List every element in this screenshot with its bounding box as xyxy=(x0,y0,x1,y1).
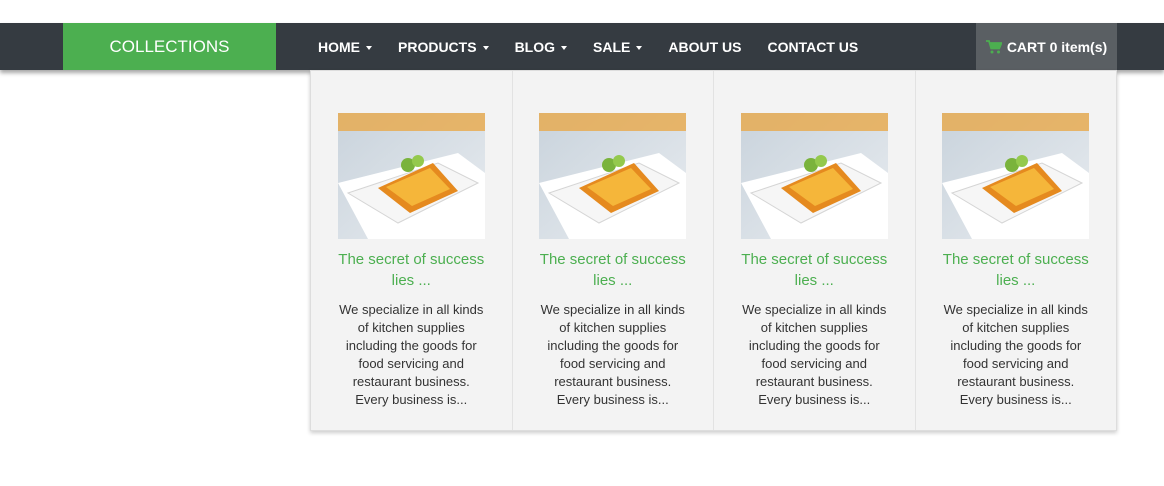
collections-button[interactable]: COLLECTIONS xyxy=(63,23,276,70)
dessert-thumbnail[interactable] xyxy=(539,113,687,239)
card-title-link[interactable]: The secret of success lies ... xyxy=(336,249,486,291)
card-title-link[interactable]: The secret of success lies ... xyxy=(538,249,688,291)
blog-card: The secret of success lies ... We specia… xyxy=(513,71,714,430)
cart-label: CART 0 item(s) xyxy=(1006,38,1108,55)
dessert-thumbnail[interactable] xyxy=(337,113,485,239)
shopping-cart-icon xyxy=(985,39,1002,53)
caret-down-icon xyxy=(561,46,568,50)
nav-item-label: PRODUCTS xyxy=(398,38,477,55)
blog-card: The secret of success lies ... We specia… xyxy=(714,71,916,430)
nav-item-home[interactable]: HOME xyxy=(305,23,385,70)
nav-item-label: SALE xyxy=(593,38,631,55)
nav-item-label: ABOUT US xyxy=(668,38,742,55)
blog-card: The secret of success lies ... We specia… xyxy=(916,71,1117,430)
main-navbar: COLLECTIONS HOME PRODUCTS BLOG SALE ABOU… xyxy=(0,23,1164,70)
nav-item-contact-us[interactable]: CONTACT US xyxy=(754,23,871,70)
blog-card: The secret of success lies ... We specia… xyxy=(311,71,513,430)
caret-down-icon xyxy=(636,46,643,50)
caret-down-icon xyxy=(366,46,372,50)
nav-item-products[interactable]: PRODUCTS xyxy=(385,23,502,70)
card-description: We specialize in all kinds of kitchen su… xyxy=(339,302,484,407)
nav-item-blog[interactable]: BLOG xyxy=(502,23,580,70)
products-dropdown-panel: The secret of success lies ... We specia… xyxy=(310,70,1117,431)
caret-down-icon xyxy=(482,46,489,50)
nav-item-about-us[interactable]: ABOUT US xyxy=(655,23,754,70)
dessert-thumbnail[interactable] xyxy=(942,113,1090,239)
card-description: We specialize in all kinds of kitchen su… xyxy=(742,302,887,407)
nav-item-sale[interactable]: SALE xyxy=(580,23,655,70)
dessert-thumbnail[interactable] xyxy=(740,113,888,239)
card-description: We specialize in all kinds of kitchen su… xyxy=(943,302,1088,407)
collections-label: COLLECTIONS xyxy=(109,36,230,56)
nav-item-label: BLOG xyxy=(514,38,556,55)
card-title-link[interactable]: The secret of success lies ... xyxy=(941,249,1091,291)
cart-button[interactable]: CART 0 item(s) xyxy=(976,23,1117,70)
nav-item-label: CONTACT US xyxy=(767,38,859,55)
card-title-link[interactable]: The secret of success lies ... xyxy=(739,249,889,291)
main-menu: HOME PRODUCTS BLOG SALE ABOUT US CONTACT… xyxy=(305,23,871,70)
card-description: We specialize in all kinds of kitchen su… xyxy=(540,302,685,407)
nav-item-label: HOME xyxy=(318,38,360,55)
